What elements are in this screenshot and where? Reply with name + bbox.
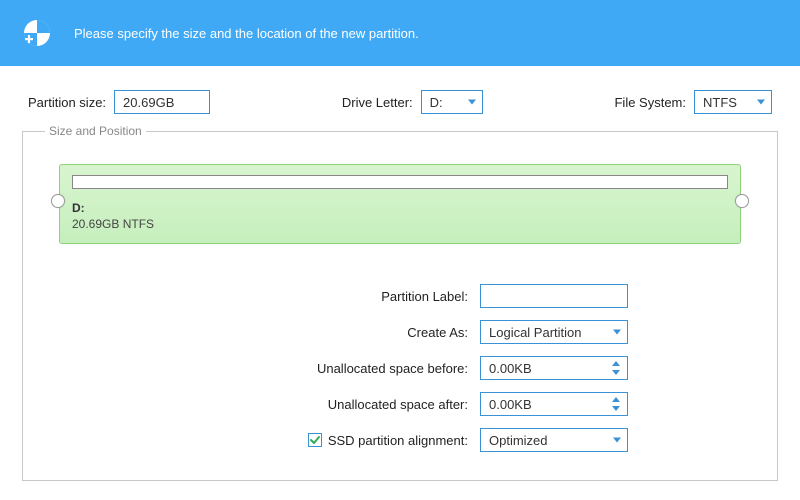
unalloc-before-value: 0.00KB — [489, 361, 532, 376]
create-as-dropdown[interactable]: Logical Partition — [480, 320, 628, 344]
unalloc-after-spinner[interactable]: 0.00KB — [480, 392, 628, 416]
partition-visualizer: D: 20.69GB NTFS — [59, 164, 741, 244]
partition-inner-bar — [72, 175, 728, 189]
ssd-alignment-value: Optimized — [489, 433, 548, 448]
file-system-dropdown[interactable]: NTFS — [694, 90, 772, 114]
chevron-down-icon — [757, 100, 765, 105]
partition-block-subtitle: 20.69GB NTFS — [72, 217, 728, 231]
unalloc-after-value: 0.00KB — [489, 397, 532, 412]
drive-letter-value: D: — [430, 95, 443, 110]
create-as-label: Create As: — [160, 325, 468, 340]
resize-handle-left[interactable] — [51, 194, 65, 208]
wizard-header: Please specify the size and the location… — [0, 0, 800, 66]
file-system-value: NTFS — [703, 95, 737, 110]
stepper-up-icon[interactable] — [612, 361, 620, 366]
partition-label-input[interactable] — [480, 284, 628, 308]
size-position-fieldset: Size and Position D: 20.69GB NTFS Partit… — [22, 124, 778, 481]
chevron-down-icon — [613, 330, 621, 335]
stepper-up-icon[interactable] — [612, 397, 620, 402]
ssd-alignment-dropdown[interactable]: Optimized — [480, 428, 628, 452]
partition-label-label: Partition Label: — [160, 289, 468, 304]
partition-block[interactable]: D: 20.69GB NTFS — [59, 164, 741, 244]
file-system-label: File System: — [614, 95, 686, 110]
unalloc-before-spinner[interactable]: 0.00KB — [480, 356, 628, 380]
unalloc-before-label: Unallocated space before: — [160, 361, 468, 376]
partition-size-input[interactable] — [114, 90, 210, 114]
unalloc-after-label: Unallocated space after: — [160, 397, 468, 412]
chevron-down-icon — [613, 438, 621, 443]
drive-letter-dropdown[interactable]: D: — [421, 90, 483, 114]
ssd-alignment-label: SSD partition alignment: — [328, 433, 468, 448]
partition-block-title: D: — [72, 201, 728, 215]
ssd-alignment-checkbox[interactable] — [308, 433, 322, 447]
create-as-value: Logical Partition — [489, 325, 582, 340]
resize-handle-right[interactable] — [735, 194, 749, 208]
app-logo-icon — [22, 18, 52, 48]
checkmark-icon — [309, 434, 321, 446]
partition-size-label: Partition size: — [28, 95, 106, 110]
wizard-headline: Please specify the size and the location… — [74, 26, 419, 41]
top-controls-row: Partition size: Drive Letter: D: File Sy… — [0, 66, 800, 124]
fieldset-legend: Size and Position — [45, 124, 146, 138]
chevron-down-icon — [468, 100, 476, 105]
stepper-down-icon[interactable] — [612, 406, 620, 411]
partition-form: Partition Label: Create As: Logical Part… — [160, 284, 640, 452]
drive-letter-label: Drive Letter: — [342, 95, 413, 110]
stepper-down-icon[interactable] — [612, 370, 620, 375]
